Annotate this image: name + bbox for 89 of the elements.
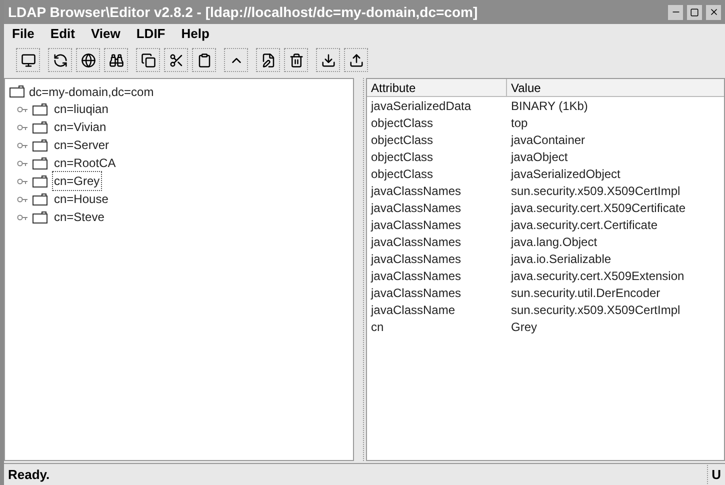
computer-icon: [20, 52, 36, 68]
tree-item[interactable]: dc=my-domain,dc=com: [29, 82, 154, 100]
toolbar-button[interactable]: [192, 48, 216, 72]
table-cell-text: javaClassName: [370, 302, 456, 318]
cut-icon: [168, 52, 184, 68]
delete-icon: [288, 52, 304, 68]
window-title: LDAP Browser\Editor v2.8.2 - [ldap://localhost/dc=my-domain,dc=com]: [8, 2, 479, 22]
table-cell-text: javaContainer: [510, 132, 586, 148]
toolbar-button[interactable]: [76, 48, 100, 72]
table-cell-text: java.security.cert.X509Extension: [510, 268, 686, 284]
toolbar-button[interactable]: [104, 48, 128, 72]
table-cell-text: javaClassNames: [370, 284, 462, 302]
table-cell-text: objectClass: [370, 114, 434, 132]
tree-item[interactable]: cn=Vivian: [52, 117, 108, 137]
tree-item[interactable]: cn=liuqian: [52, 99, 110, 119]
key-icon: [17, 106, 28, 112]
status-indicator: U: [706, 464, 725, 484]
tree-item[interactable]: cn=RootCA: [52, 153, 118, 173]
close-button[interactable]: [706, 4, 721, 20]
import-icon: [320, 52, 336, 68]
minimize-button[interactable]: [668, 4, 683, 20]
table-cell-text: javaClassNames: [370, 250, 462, 268]
toolbar-button[interactable]: [256, 48, 280, 72]
column-header[interactable]: Attribute: [367, 79, 507, 96]
folder-icon: [9, 85, 25, 98]
toolbar-button[interactable]: [316, 48, 340, 72]
table-cell-text: objectClass: [370, 166, 434, 182]
table-cell-text: javaSerializedData: [370, 98, 472, 114]
key-icon: [17, 124, 28, 130]
toolbar-button[interactable]: [224, 48, 248, 72]
status-message: Ready.: [7, 466, 51, 484]
folder-icon: [32, 156, 48, 170]
table-cell-text: java.security.cert.X509Certificate: [510, 200, 687, 216]
folder-icon: [32, 210, 48, 224]
table-cell-text: sun.security.util.DerEncoder: [510, 284, 662, 302]
export-icon: [348, 52, 364, 68]
table-cell-text: sun.security.x509.X509CertImpl: [510, 182, 682, 200]
tree-item[interactable]: cn=Steve: [52, 207, 106, 227]
key-icon: [17, 214, 28, 220]
search-icon: [108, 52, 124, 68]
table-cell-text: javaObject: [510, 148, 569, 166]
table-cell-text: sun.security.x509.X509CertImpl: [510, 302, 682, 318]
folder-icon: [32, 174, 48, 188]
tree-item[interactable]: cn=Grey: [52, 171, 102, 191]
paste-icon: [196, 52, 212, 68]
table-cell-text: top: [510, 114, 529, 132]
folder-icon: [32, 192, 48, 206]
key-icon: [17, 196, 28, 202]
table-cell-text: java.lang.Object: [510, 234, 598, 250]
table-cell-text: cn: [370, 318, 385, 336]
tree-item[interactable]: cn=House: [52, 189, 110, 209]
folder-icon: [32, 102, 48, 116]
menu-item[interactable]: View: [90, 24, 120, 44]
copy-icon: [140, 52, 156, 68]
refresh-icon: [52, 52, 68, 68]
table-cell-text: objectClass: [370, 148, 434, 166]
close-icon: [708, 7, 718, 17]
toolbar-button[interactable]: [136, 48, 160, 72]
toolbar-button[interactable]: [16, 48, 40, 72]
table-cell-text: javaClassNames: [370, 182, 462, 200]
table-cell-text: BINARY (1Kb): [510, 98, 589, 114]
edit-icon: [260, 52, 276, 68]
menu-item[interactable]: Help: [181, 24, 210, 44]
table-cell-text: javaClassNames: [370, 268, 462, 284]
tree-item[interactable]: cn=Server: [52, 135, 112, 155]
maximize-button[interactable]: [687, 4, 702, 20]
maximize-icon: [690, 8, 699, 16]
table-cell-text: objectClass: [370, 132, 434, 148]
globe-icon: [80, 52, 96, 68]
toolbar-button[interactable]: [344, 48, 368, 72]
column-header[interactable]: Value: [507, 79, 724, 96]
menu-item[interactable]: LDIF: [136, 24, 166, 44]
toolbar-button[interactable]: [164, 48, 188, 72]
folder-icon: [32, 138, 48, 152]
menu-item[interactable]: Edit: [50, 24, 75, 44]
key-icon: [17, 178, 28, 184]
table-cell-text: javaClassNames: [370, 200, 462, 216]
menu-item[interactable]: File: [12, 24, 34, 44]
table-cell-text: javaSerializedObject: [510, 166, 622, 182]
table-cell-text: java.io.Serializable: [510, 250, 612, 268]
key-icon: [17, 142, 28, 148]
table-cell-text: javaClassNames: [370, 216, 462, 234]
table-cell-text: javaClassNames: [370, 234, 462, 250]
key-icon: [17, 160, 28, 166]
table-cell-text: Grey: [510, 318, 538, 336]
toolbar-button[interactable]: [284, 48, 308, 72]
toolbar-button[interactable]: [48, 48, 72, 72]
table-cell-text: java.security.cert.Certificate: [510, 216, 658, 234]
folder-icon: [32, 120, 48, 134]
